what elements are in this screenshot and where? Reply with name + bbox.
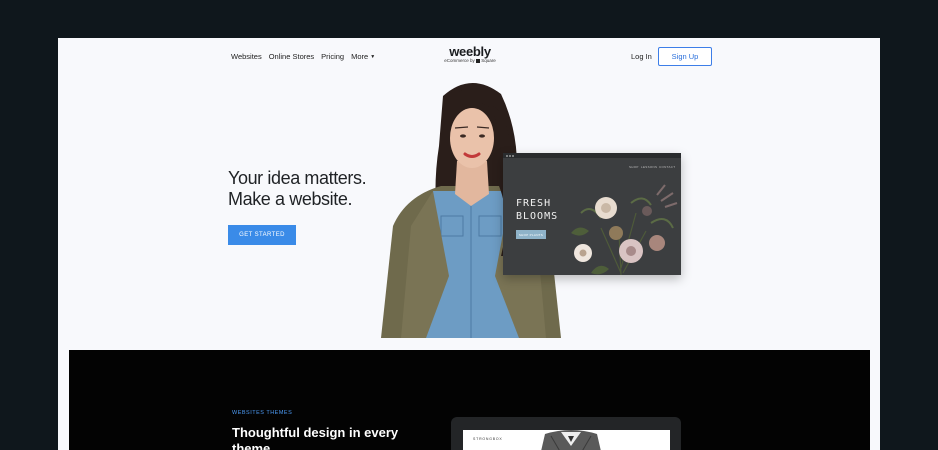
hero-title-line2: Make a website. [228, 189, 353, 209]
chevron-down-icon: ▼ [370, 54, 376, 61]
window-dot-icon [512, 154, 514, 157]
nav-pricing[interactable]: Pricing [321, 52, 344, 61]
logo-tagline-brand: Square [481, 58, 496, 63]
mockup-title: FRESH BLOOMS [516, 197, 558, 223]
login-link[interactable]: Log In [631, 52, 652, 61]
get-started-button[interactable]: GET STARTED [228, 225, 296, 245]
browser-page: Websites Online Stores Pricing More ▼ we… [58, 38, 880, 450]
mockup-nav-lessons: LESSONS [641, 165, 658, 169]
mockup-nav-shop: SHOP [629, 165, 639, 169]
tablet-screen: STRONGBOX [463, 430, 670, 450]
square-icon [476, 58, 480, 63]
themes-eyebrow: WEBSITES THEMES [232, 410, 293, 416]
flower-bouquet-image [571, 184, 678, 275]
nav-more[interactable]: More ▼ [351, 52, 375, 61]
mockup-nav-contact: CONTACT [659, 165, 676, 169]
hero-title: Your idea matters. Make a website. [228, 168, 367, 210]
website-mockup: SHOP LESSONS CONTACT FRESH BLOOMS SHOP P… [503, 153, 681, 275]
window-dot-icon [506, 154, 508, 157]
hero-title-line1: Your idea matters. [228, 168, 367, 188]
mockup-shop-button: SHOP PLANTS [516, 230, 546, 239]
themes-section: WEBSITES THEMES Thoughtful design in eve… [69, 350, 870, 450]
logo-tagline-prefix: eCommerce by [444, 58, 475, 63]
tablet-site-label: STRONGBOX [473, 437, 503, 441]
tablet-mockup: STRONGBOX [451, 417, 681, 450]
window-dot-icon [509, 154, 511, 157]
nav-more-label: More [351, 52, 369, 61]
nav-websites[interactable]: Websites [231, 52, 262, 61]
signup-button[interactable]: Sign Up [658, 47, 712, 66]
mockup-titlebar [503, 153, 681, 158]
suit-model-image [531, 430, 611, 450]
mockup-title-line2: BLOOMS [516, 211, 559, 222]
main-nav: Websites Online Stores Pricing More ▼ [231, 52, 375, 61]
themes-title: Thoughtful design in every theme. [232, 425, 399, 450]
mockup-title-line1: FRESH [516, 198, 552, 209]
weebly-logo[interactable]: weebly eCommerce by Square [442, 45, 498, 64]
logo-wordmark: weebly [449, 44, 491, 59]
nav-online-stores[interactable]: Online Stores [269, 52, 314, 61]
logo-tagline: eCommerce by Square [442, 58, 498, 64]
